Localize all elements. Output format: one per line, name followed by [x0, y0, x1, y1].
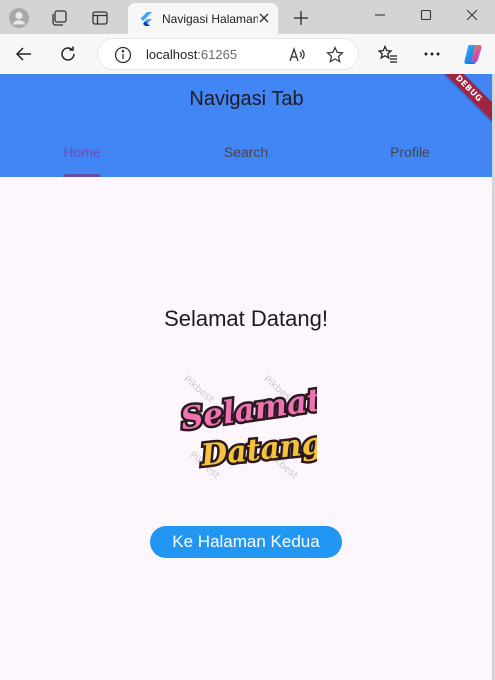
next-page-button[interactable]: Ke Halaman Kedua — [150, 526, 342, 558]
profile-icon[interactable] — [7, 6, 31, 30]
tab-title: Navigasi Halaman — [162, 11, 258, 26]
tab-profile-label: Profile — [390, 144, 430, 160]
tab-indicator — [63, 174, 101, 177]
minimize-button[interactable] — [357, 0, 403, 30]
tab-home[interactable]: Home — [0, 136, 164, 177]
browser-toolbar: localhost:61265 — [0, 34, 495, 74]
maximize-icon — [420, 9, 432, 21]
minimize-icon — [375, 14, 385, 16]
vertical-tabs-icon[interactable] — [88, 6, 112, 30]
selamat-datang-sticker: Pikbest Pikbest Pikbest Pikbest Selamat … — [175, 370, 326, 492]
star-icon[interactable] — [326, 46, 344, 64]
close-window-button[interactable] — [449, 0, 495, 30]
app-viewport: Navigasi Tab Home Search Profile DEBUG S… — [0, 74, 493, 680]
address-bar[interactable]: localhost:61265 — [97, 38, 359, 70]
browser-tab[interactable]: Navigasi Halaman — [128, 3, 278, 34]
browser-tab-strip: Navigasi Halaman — [0, 0, 495, 34]
svg-text:Datang: Datang — [199, 426, 317, 474]
maximize-button[interactable] — [403, 0, 449, 30]
more-icon[interactable] — [420, 42, 444, 66]
back-arrow-icon[interactable] — [12, 42, 36, 66]
app-bar: Navigasi Tab Home Search Profile DEBUG — [0, 74, 492, 177]
tab-bar: Home Search Profile — [0, 136, 492, 177]
tab-home-label: Home — [63, 144, 101, 160]
close-icon — [466, 9, 478, 21]
read-aloud-icon[interactable] — [288, 46, 306, 64]
welcome-heading: Selamat Datang! — [164, 306, 328, 331]
url-text[interactable]: localhost:61265 — [146, 47, 237, 62]
tab-search-label: Search — [223, 144, 269, 160]
refresh-icon[interactable] — [56, 42, 80, 66]
tab-search[interactable]: Search — [164, 136, 328, 177]
app-bar-title: Navigasi Tab — [189, 88, 304, 110]
url-host: localhost — [146, 47, 198, 62]
favorites-icon[interactable] — [376, 42, 400, 66]
flutter-favicon-icon — [138, 11, 154, 27]
tab-profile[interactable]: Profile — [328, 136, 492, 177]
copilot-icon[interactable] — [461, 42, 485, 66]
new-tab-button[interactable] — [289, 6, 313, 30]
next-page-button-label: Ke Halaman Kedua — [172, 532, 320, 551]
info-icon[interactable] — [114, 46, 132, 64]
workspaces-icon[interactable] — [47, 6, 71, 30]
tab-close-icon[interactable] — [256, 10, 272, 26]
plus-icon — [294, 11, 308, 25]
url-port: :61265 — [197, 47, 238, 62]
